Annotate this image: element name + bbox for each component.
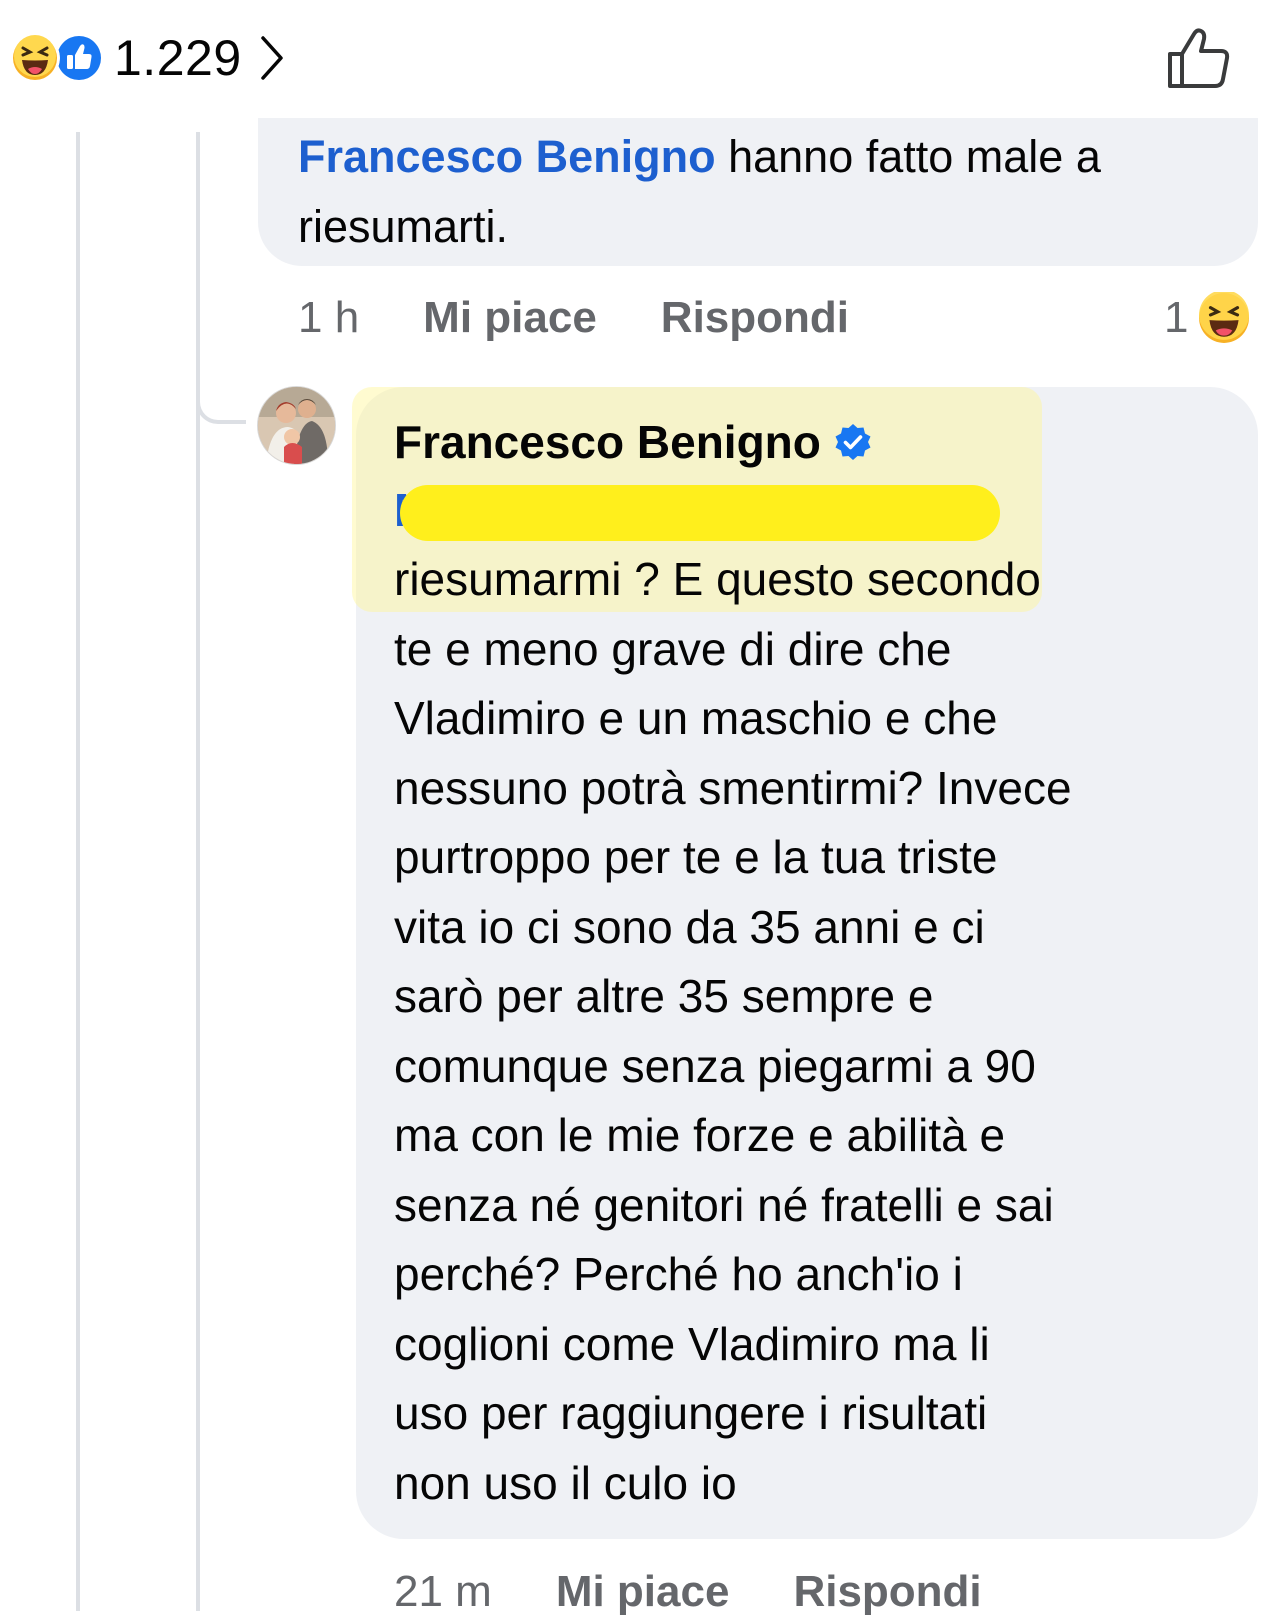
haha-emoji-icon xyxy=(1199,292,1250,343)
reply-comment-actions: 21 m Mi piace Rispondi xyxy=(394,1564,982,1620)
redaction-marker xyxy=(400,485,1000,541)
like-button[interactable]: Mi piace xyxy=(423,293,597,343)
reactions-bar: 1.229 xyxy=(0,0,1280,118)
thumbs-up-icon[interactable] xyxy=(1164,24,1234,92)
haha-emoji-icon xyxy=(10,33,60,83)
avatar-photo xyxy=(258,387,335,464)
previous-comment-text: Francesco Benigno hanno fatto male a rie… xyxy=(298,122,1228,262)
reply-comment-bubble: Francesco Benigno M riesumarmi ? E quest… xyxy=(352,387,1258,1539)
like-reaction-icon xyxy=(54,33,104,83)
reaction-total-count: 1.229 xyxy=(114,30,242,86)
reaction-count: 1 xyxy=(1164,293,1189,342)
comment-time[interactable]: 1 h xyxy=(298,293,359,343)
reaction-summary[interactable]: 1.229 xyxy=(10,28,286,88)
reply-comment-text: riesumarmi ? E questo secondo te e meno … xyxy=(394,553,1072,1509)
avatar[interactable] xyxy=(258,387,335,464)
mention-link[interactable]: Francesco Benigno xyxy=(298,131,716,182)
comment-author-name[interactable]: Francesco Benigno xyxy=(394,415,821,469)
chevron-right-icon xyxy=(260,36,283,80)
previous-comment-reactions[interactable]: 1 xyxy=(1164,290,1250,346)
verified-badge-icon xyxy=(835,424,871,460)
previous-comment-actions: 1 h Mi piace Rispondi xyxy=(298,290,849,346)
comment-author-row: Francesco Benigno xyxy=(394,415,873,469)
like-button[interactable]: Mi piace xyxy=(556,1567,730,1617)
comment-time[interactable]: 21 m xyxy=(394,1567,492,1617)
reply-button[interactable]: Rispondi xyxy=(793,1567,981,1617)
reply-button[interactable]: Rispondi xyxy=(661,293,849,343)
thread-line-outer xyxy=(76,132,80,1611)
thread-elbow xyxy=(196,346,246,424)
